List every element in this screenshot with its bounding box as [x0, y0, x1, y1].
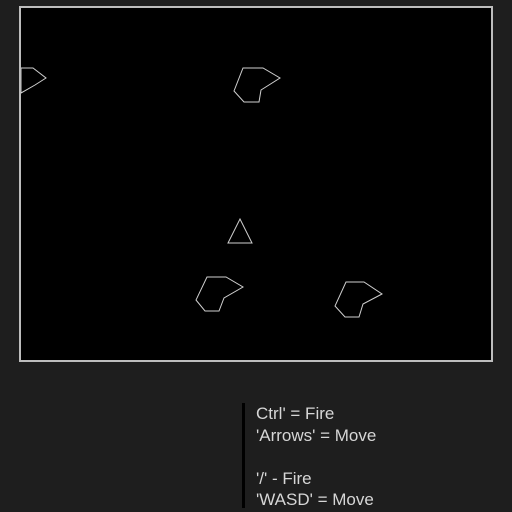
- game-scene: [21, 67, 383, 318]
- asteroid-left-edge: [21, 67, 47, 94]
- asteroid-bottom-right: [334, 281, 383, 318]
- ship-triangle-icon: [227, 217, 253, 244]
- asteroid-top: [233, 67, 281, 103]
- p1-fire-instruction: Ctrl' = Fire: [256, 404, 335, 423]
- p2-fire-instruction: '/' - Fire: [256, 468, 312, 488]
- page: Ctrl' = Fire 'Arrows' = Move '/' - Fire …: [0, 0, 512, 512]
- p1-move-instruction: 'Arrows' = Move: [256, 425, 377, 445]
- p2-move-instruction: 'WASD' = Move: [256, 490, 374, 509]
- asteroid-bottom-left: [195, 276, 244, 312]
- controls-panel: Ctrl' = Fire 'Arrows' = Move '/' - Fire …: [242, 403, 482, 509]
- game-canvas[interactable]: [19, 6, 493, 362]
